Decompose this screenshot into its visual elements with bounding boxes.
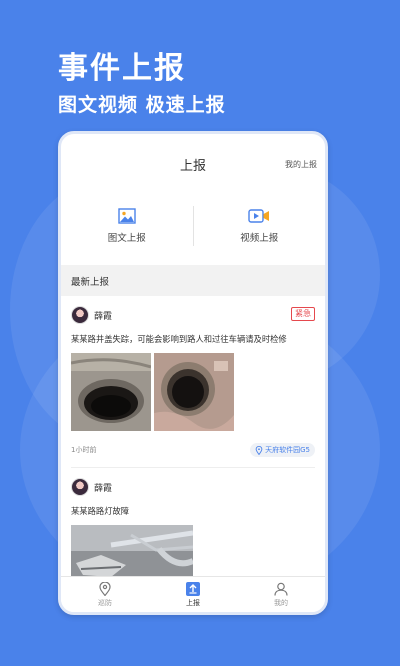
manhole-photo[interactable]	[71, 353, 151, 431]
list-item[interactable]: 薛霞 紧急 某某路井盖失踪，可能会影响到路人和过往车辆请及时检修 1小时前 天府…	[61, 296, 325, 459]
upload-icon	[186, 581, 200, 596]
hero-heading: 事件上报 图文视频 极速上报	[58, 50, 226, 120]
video-report-button[interactable]: 视频上报	[194, 208, 326, 244]
image-report-icon	[118, 207, 136, 224]
bottom-tab-bar: 巡防 上报 我的	[61, 576, 325, 612]
video-report-label: 视频上报	[240, 232, 279, 244]
post-photos	[71, 353, 315, 431]
location-text: 天府软件园G5	[265, 446, 310, 454]
location-pin-icon	[255, 445, 263, 455]
location-tag[interactable]: 天府软件园G5	[250, 443, 315, 457]
manhole-photo[interactable]	[154, 353, 234, 431]
tab-label: 我的	[274, 598, 288, 607]
report-entries: 图文上报 视频上报	[61, 194, 325, 257]
video-report-icon	[248, 208, 270, 223]
username: 薛霞	[94, 483, 113, 494]
post-header: 薛霞 紧急	[71, 304, 315, 326]
hero-subtitle: 图文视频 极速上报	[58, 94, 226, 116]
my-reports-link[interactable]: 我的上报	[285, 159, 317, 170]
username: 薛霞	[94, 311, 113, 322]
tab-mine[interactable]: 我的	[237, 577, 325, 612]
page-title: 上报	[179, 158, 206, 174]
urgent-badge: 紧急	[291, 307, 315, 321]
image-report-button[interactable]: 图文上报	[61, 207, 193, 244]
tab-report[interactable]: 上报	[149, 577, 237, 612]
tab-label: 上报	[186, 598, 200, 607]
post-text: 某某路井盖失踪，可能会影响到路人和过往车辆请及时检修	[71, 334, 287, 344]
hero-title: 事件上报	[58, 51, 186, 86]
post-header: 薛霞	[71, 476, 315, 498]
post-text: 某某路路灯故障	[71, 506, 130, 516]
avatar	[71, 306, 89, 324]
tab-patrol[interactable]: 巡防	[61, 577, 149, 612]
top-bar: 上报 我的上报	[61, 134, 325, 194]
phone-frame: 上报 我的上报 图文上报 视频上报 最新上报 薛霞 紧急 某某路井盖失踪，可能会…	[58, 131, 328, 615]
section-header: 最新上报	[61, 265, 325, 296]
avatar	[71, 478, 89, 496]
location-pin-icon	[99, 581, 111, 596]
user-icon	[274, 582, 288, 596]
post-time: 1小时前	[71, 446, 97, 454]
post-footer: 1小时前 天府软件园G5	[71, 441, 315, 459]
image-report-label: 图文上报	[107, 232, 146, 244]
tab-label: 巡防	[98, 598, 112, 607]
